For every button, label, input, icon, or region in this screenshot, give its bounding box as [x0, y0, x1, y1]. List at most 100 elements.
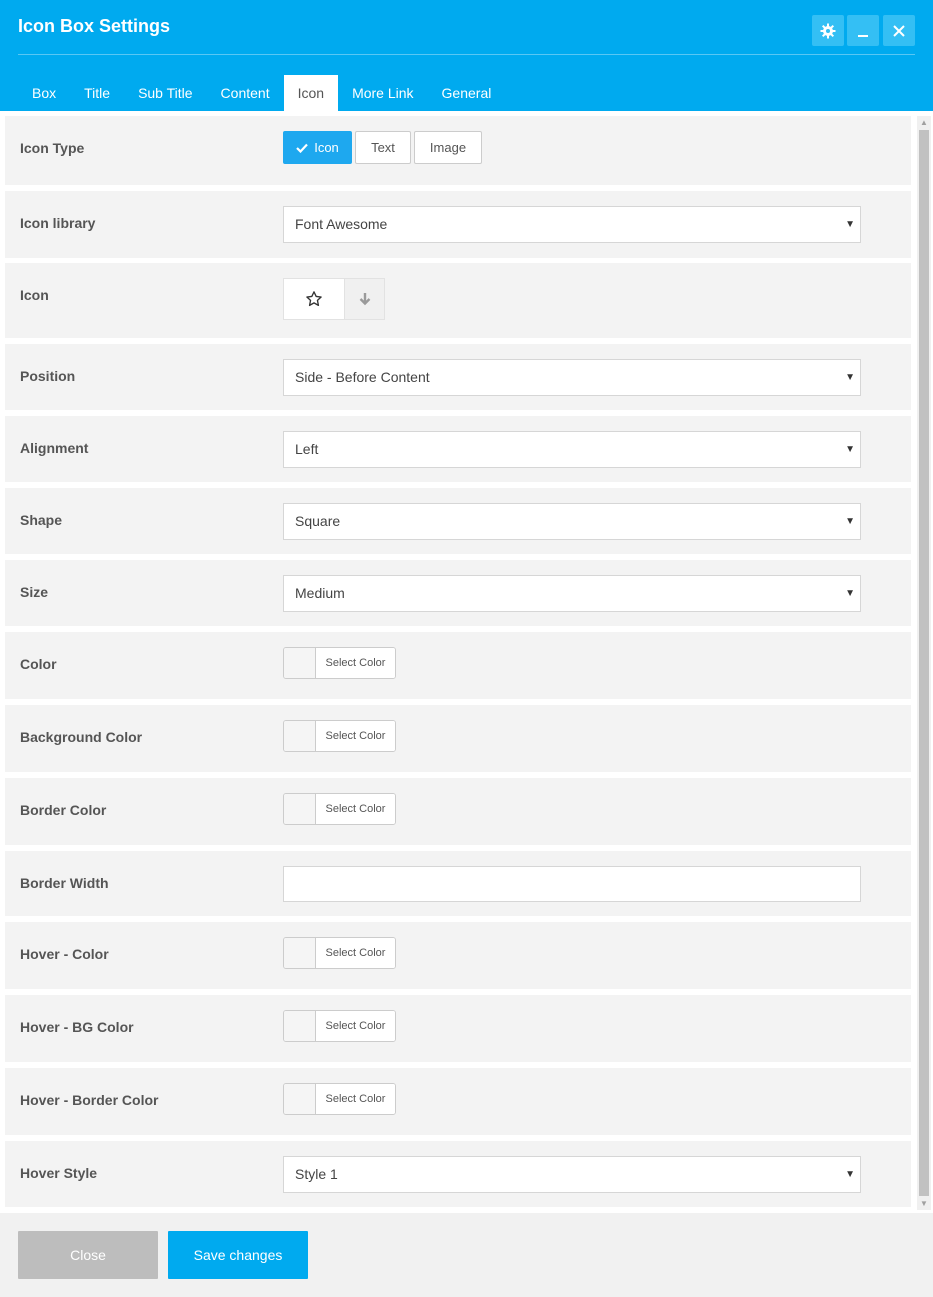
color-swatch[interactable] — [284, 1084, 316, 1114]
row-hover-border-color: Hover - Border Color Select Color — [5, 1068, 911, 1135]
border-width-input[interactable] — [283, 866, 861, 902]
row-hover-bg-color: Hover - BG Color Select Color — [5, 995, 911, 1062]
dropdown-arrow-icon: ▼ — [845, 219, 855, 230]
position-label: Position — [20, 368, 76, 384]
size-select[interactable]: Medium ▼ — [283, 575, 861, 612]
icon-preview[interactable] — [284, 279, 345, 319]
select-color-button[interactable]: Select Color — [316, 648, 395, 678]
row-hover-style: Hover Style Style 1 ▼ — [5, 1141, 911, 1207]
size-label: Size — [20, 584, 49, 600]
icon-type-toggle: Icon Text Image — [283, 131, 485, 164]
icon-label: Icon — [20, 287, 49, 303]
hover-border-color-label: Hover - Border Color — [20, 1092, 159, 1108]
background-color-label: Background Color — [20, 729, 143, 745]
color-picker[interactable]: Select Color — [283, 647, 396, 679]
position-value: Side - Before Content — [295, 369, 430, 385]
icon-library-select[interactable]: Font Awesome ▼ — [283, 206, 861, 243]
row-alignment: Alignment Left ▼ — [5, 416, 911, 482]
hover-bg-color-label: Hover - BG Color — [20, 1019, 134, 1035]
scroll-down-icon[interactable]: ▼ — [920, 1199, 928, 1208]
gear-icon — [820, 23, 836, 38]
border-color-picker[interactable]: Select Color — [283, 793, 396, 825]
icon-library-label: Icon library — [20, 215, 96, 231]
tab-title[interactable]: Title — [70, 75, 124, 111]
row-shape: Shape Square ▼ — [5, 488, 911, 554]
row-icon-type: Icon Type Icon Text Image — [5, 116, 911, 185]
dropdown-arrow-icon: ▼ — [845, 588, 855, 599]
tab-content[interactable]: Content — [207, 75, 284, 111]
vertical-scrollbar[interactable]: ▲ ▼ — [917, 116, 931, 1210]
hover-bg-color-picker[interactable]: Select Color — [283, 1010, 396, 1042]
dialog-header: Icon Box Settings Box Title Sub Title Co… — [0, 0, 933, 111]
minimize-button[interactable] — [847, 15, 879, 46]
row-border-color: Border Color Select Color — [5, 778, 911, 845]
color-swatch[interactable] — [284, 938, 316, 968]
border-color-label: Border Color — [20, 802, 107, 818]
check-icon — [296, 143, 309, 153]
tab-general[interactable]: General — [428, 75, 506, 111]
close-icon — [893, 24, 905, 37]
alignment-value: Left — [295, 441, 319, 457]
hover-style-value: Style 1 — [295, 1166, 338, 1182]
shape-select[interactable]: Square ▼ — [283, 503, 861, 540]
icon-picker-toggle[interactable] — [345, 279, 384, 319]
hover-style-select[interactable]: Style 1 ▼ — [283, 1156, 861, 1193]
select-color-button[interactable]: Select Color — [316, 1011, 395, 1041]
dropdown-arrow-icon: ▼ — [845, 516, 855, 527]
icon-type-label: Icon Type — [20, 140, 85, 156]
shape-value: Square — [295, 513, 341, 529]
settings-button[interactable] — [812, 15, 844, 46]
hover-color-label: Hover - Color — [20, 946, 109, 962]
dropdown-arrow-icon: ▼ — [845, 1169, 855, 1180]
tab-bar: Box Title Sub Title Content Icon More Li… — [18, 75, 505, 111]
scroll-up-icon[interactable]: ▲ — [920, 118, 928, 127]
icon-type-text-option[interactable]: Text — [355, 131, 411, 164]
dropdown-arrow-icon: ▼ — [845, 444, 855, 455]
icon-type-text-label: Text — [371, 140, 395, 155]
star-outline-icon — [306, 291, 322, 307]
icon-library-value: Font Awesome — [295, 216, 388, 232]
color-swatch[interactable] — [284, 794, 316, 824]
color-swatch[interactable] — [284, 648, 316, 678]
hover-color-picker[interactable]: Select Color — [283, 937, 396, 969]
color-label: Color — [20, 656, 57, 672]
row-background-color: Background Color Select Color — [5, 705, 911, 772]
header-divider — [18, 54, 915, 55]
dialog-title: Icon Box Settings — [18, 16, 171, 36]
color-swatch[interactable] — [284, 721, 316, 751]
scrollbar-thumb[interactable] — [919, 130, 929, 1196]
background-color-picker[interactable]: Select Color — [283, 720, 396, 752]
border-width-label: Border Width — [20, 875, 109, 891]
hover-border-color-picker[interactable]: Select Color — [283, 1083, 396, 1115]
alignment-select[interactable]: Left ▼ — [283, 431, 861, 468]
row-border-width: Border Width — [5, 851, 911, 916]
icon-type-image-option[interactable]: Image — [414, 131, 482, 164]
shape-label: Shape — [20, 512, 63, 528]
select-color-button[interactable]: Select Color — [316, 938, 395, 968]
save-changes-button[interactable]: Save changes — [168, 1231, 308, 1279]
row-icon-library: Icon library Font Awesome ▼ — [5, 191, 911, 258]
close-dialog-button[interactable] — [883, 15, 915, 46]
select-color-button[interactable]: Select Color — [316, 794, 395, 824]
close-button[interactable]: Close — [18, 1231, 158, 1279]
row-color: Color Select Color — [5, 632, 911, 699]
tab-box[interactable]: Box — [18, 75, 70, 111]
icon-picker[interactable] — [283, 278, 385, 320]
icon-type-icon-option[interactable]: Icon — [283, 131, 352, 164]
tab-sub-title[interactable]: Sub Title — [124, 75, 206, 111]
select-color-button[interactable]: Select Color — [316, 1084, 395, 1114]
row-icon: Icon — [5, 263, 911, 338]
icon-type-icon-label: Icon — [314, 140, 339, 155]
alignment-label: Alignment — [20, 440, 89, 456]
position-select[interactable]: Side - Before Content ▼ — [283, 359, 861, 396]
icon-type-image-label: Image — [429, 140, 467, 155]
row-size: Size Medium ▼ — [5, 560, 911, 626]
color-swatch[interactable] — [284, 1011, 316, 1041]
tab-more-link[interactable]: More Link — [338, 75, 427, 111]
row-position: Position Side - Before Content ▼ — [5, 344, 911, 410]
row-hover-color: Hover - Color Select Color — [5, 922, 911, 989]
arrow-down-icon — [359, 293, 370, 306]
tab-icon[interactable]: Icon — [283, 75, 339, 111]
select-color-button[interactable]: Select Color — [316, 721, 395, 751]
hover-style-label: Hover Style — [20, 1165, 98, 1181]
